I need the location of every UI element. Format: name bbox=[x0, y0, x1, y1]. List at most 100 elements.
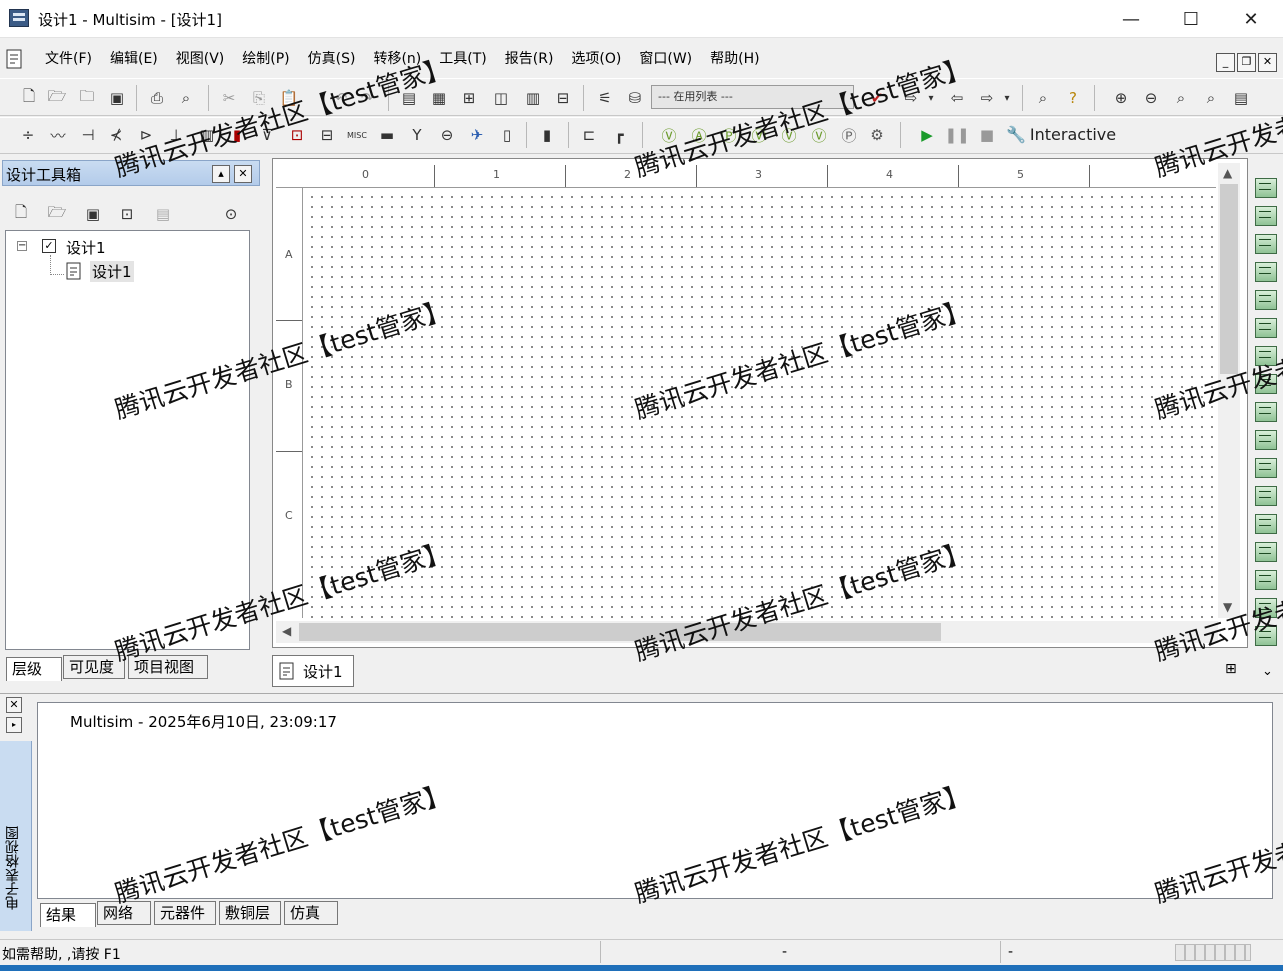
mdi-close-button[interactable]: ✕ bbox=[1258, 53, 1277, 72]
logic-converter-icon[interactable] bbox=[1255, 402, 1277, 422]
place-mcu-module-icon[interactable]: ▮ bbox=[536, 124, 558, 146]
save-design-icon[interactable]: ▣ bbox=[82, 203, 104, 225]
vertical-scroll-thumb[interactable] bbox=[1220, 184, 1238, 374]
grid-icon[interactable]: ▦ bbox=[428, 87, 450, 109]
chevron-down-icon[interactable]: ▾ bbox=[996, 87, 1018, 109]
probe-settings-icon[interactable]: Ⓟ bbox=[838, 124, 860, 146]
place-advanced-peripherals-icon[interactable]: ▬ bbox=[376, 124, 398, 146]
tree-root-design[interactable]: 设计1 bbox=[66, 237, 106, 258]
tree-child-sheet[interactable]: 设计1 bbox=[90, 261, 134, 282]
multisim-app-icon[interactable] bbox=[9, 9, 29, 27]
tab-components[interactable]: 元器件 bbox=[154, 901, 216, 925]
stop-simulation-icon[interactable]: ■ bbox=[976, 124, 998, 146]
component-wizard-icon[interactable]: ⚟ bbox=[594, 87, 616, 109]
new-design-icon[interactable]: 🗋 bbox=[10, 203, 32, 225]
open-design-icon[interactable]: 🗁 bbox=[46, 203, 68, 225]
zoom-out-icon[interactable]: ⊖ bbox=[1140, 87, 1162, 109]
grapher-icon[interactable]: ◫ bbox=[490, 87, 512, 109]
wattmeter-icon[interactable] bbox=[1255, 234, 1277, 254]
spreadsheet-close-button[interactable]: ✕ bbox=[6, 697, 22, 713]
menu-reports[interactable]: 报告(R) bbox=[496, 49, 563, 69]
design-toolbox-icon[interactable]: ⊟ bbox=[552, 87, 574, 109]
tab-copper-layers[interactable]: 敷铜层 bbox=[219, 901, 281, 925]
place-rf-icon[interactable]: Y bbox=[406, 124, 428, 146]
zoom-area-icon[interactable]: ⌕ bbox=[1170, 87, 1192, 109]
place-misc-icon[interactable]: MISC bbox=[346, 124, 368, 146]
tree-check-icon[interactable]: ✓ bbox=[42, 239, 56, 253]
interactive-simulation-button[interactable]: 🔧 Interactive bbox=[1006, 122, 1116, 146]
zoom-in-icon[interactable]: ⊕ bbox=[1110, 87, 1132, 109]
tab-hierarchy[interactable]: 层级 bbox=[6, 657, 62, 681]
place-basic-icon[interactable]: 〰 bbox=[47, 124, 69, 146]
bus-icon[interactable]: ┏ bbox=[608, 124, 630, 146]
tab-visibility[interactable]: 可见度 bbox=[63, 655, 125, 679]
database-manager-icon[interactable]: ⛁ bbox=[624, 87, 646, 109]
toolbox-float-button[interactable]: ▴ bbox=[212, 165, 230, 183]
chevron-down-icon[interactable]: ⌄ bbox=[1262, 664, 1273, 679]
parent-sheet-icon[interactable]: ⊞ bbox=[458, 87, 480, 109]
new-sheet-icon[interactable]: ⊡ bbox=[116, 203, 138, 225]
logic-analyzer-icon[interactable] bbox=[1255, 430, 1277, 450]
print-preview-icon[interactable]: ⌕ bbox=[175, 87, 197, 109]
place-diode-icon[interactable]: ⊣ bbox=[77, 124, 99, 146]
function-generator-icon[interactable] bbox=[1255, 206, 1277, 226]
place-electromechanical-icon[interactable]: ⊖ bbox=[436, 124, 458, 146]
four-channel-oscilloscope-icon[interactable] bbox=[1255, 290, 1277, 310]
delete-sheet-icon[interactable]: ▤ bbox=[152, 203, 174, 225]
help-icon[interactable]: ? bbox=[1062, 87, 1084, 109]
gear-icon[interactable]: ⚙ bbox=[866, 124, 888, 146]
multimeter-icon[interactable] bbox=[1255, 178, 1277, 198]
menu-simulate[interactable]: 仿真(S) bbox=[299, 49, 365, 69]
horizontal-scroll-thumb[interactable] bbox=[299, 623, 941, 641]
new-file-icon[interactable]: 🗋 bbox=[18, 87, 40, 109]
open-folder-icon[interactable]: 🗁 bbox=[46, 87, 68, 109]
tree-collapse-icon[interactable]: − bbox=[17, 241, 27, 251]
find-icon[interactable]: ⌕ bbox=[1032, 87, 1054, 109]
spreadsheet-expand-button[interactable]: ▸ bbox=[6, 717, 22, 733]
back-annotate-icon[interactable]: ⇦ bbox=[946, 87, 968, 109]
bode-plotter-icon[interactable] bbox=[1255, 318, 1277, 338]
open-sample-icon[interactable]: 🗀 bbox=[76, 87, 98, 109]
menu-window[interactable]: 窗口(W) bbox=[630, 49, 701, 69]
place-ni-component-icon[interactable]: ✈ bbox=[466, 124, 488, 146]
menu-help[interactable]: 帮助(H) bbox=[701, 49, 768, 69]
menu-edit[interactable]: 编辑(E) bbox=[101, 49, 167, 69]
search-icon[interactable]: ⊙ bbox=[220, 203, 242, 225]
zoom-sheet-icon[interactable]: ▤ bbox=[1230, 87, 1252, 109]
minimize-button[interactable]: — bbox=[1101, 0, 1161, 38]
agilent-generator-icon[interactable] bbox=[1255, 570, 1277, 590]
menu-place[interactable]: 绘制(P) bbox=[233, 49, 298, 69]
place-transistor-icon[interactable]: ⊀ bbox=[105, 124, 127, 146]
scroll-left-icon[interactable]: ◀ bbox=[282, 624, 291, 638]
maximize-button[interactable]: ☐ bbox=[1161, 0, 1221, 38]
toolbar-options-icon[interactable]: ⊞ bbox=[1225, 661, 1237, 677]
menu-view[interactable]: 视图(V) bbox=[167, 49, 234, 69]
distortion-analyzer-icon[interactable] bbox=[1255, 486, 1277, 506]
toolbox-close-button[interactable]: ✕ bbox=[234, 165, 252, 183]
forward-annotate-icon[interactable]: ⇨ bbox=[976, 87, 998, 109]
pause-simulation-icon[interactable]: ❚❚ bbox=[944, 124, 969, 146]
save-icon[interactable]: ▣ bbox=[106, 87, 128, 109]
run-simulation-icon[interactable]: ▶ bbox=[916, 124, 938, 146]
cut-icon[interactable]: ✂ bbox=[218, 87, 240, 109]
menu-options[interactable]: 选项(O) bbox=[562, 49, 630, 69]
place-connector-icon[interactable]: ▯ bbox=[496, 124, 518, 146]
hierarchical-block-icon[interactable]: ⊏ bbox=[578, 124, 600, 146]
place-source-icon[interactable]: ÷ bbox=[17, 124, 39, 146]
place-power-icon[interactable]: ⊟ bbox=[316, 124, 338, 146]
network-analyzer-icon[interactable] bbox=[1255, 542, 1277, 562]
document-icon[interactable] bbox=[4, 48, 26, 70]
close-button[interactable]: ✕ bbox=[1221, 0, 1281, 38]
sheet-tab[interactable]: 设计1 bbox=[272, 655, 354, 687]
menu-file[interactable]: 文件(F) bbox=[36, 49, 101, 69]
tab-results[interactable]: 结果 bbox=[40, 903, 96, 927]
mdi-minimize-button[interactable]: _ bbox=[1216, 53, 1235, 72]
iv-analyzer-icon[interactable] bbox=[1255, 458, 1277, 478]
spectrum-analyzer-icon[interactable] bbox=[1255, 514, 1277, 534]
oscilloscope-icon[interactable] bbox=[1255, 262, 1277, 282]
tab-simulation[interactable]: 仿真 bbox=[284, 901, 338, 925]
zoom-fit-icon[interactable]: ⌕ bbox=[1200, 87, 1222, 109]
scroll-up-icon[interactable]: ▲ bbox=[1223, 166, 1232, 180]
print-icon[interactable]: ⎙ bbox=[146, 87, 168, 109]
mdi-restore-button[interactable]: ❐ bbox=[1237, 53, 1256, 72]
